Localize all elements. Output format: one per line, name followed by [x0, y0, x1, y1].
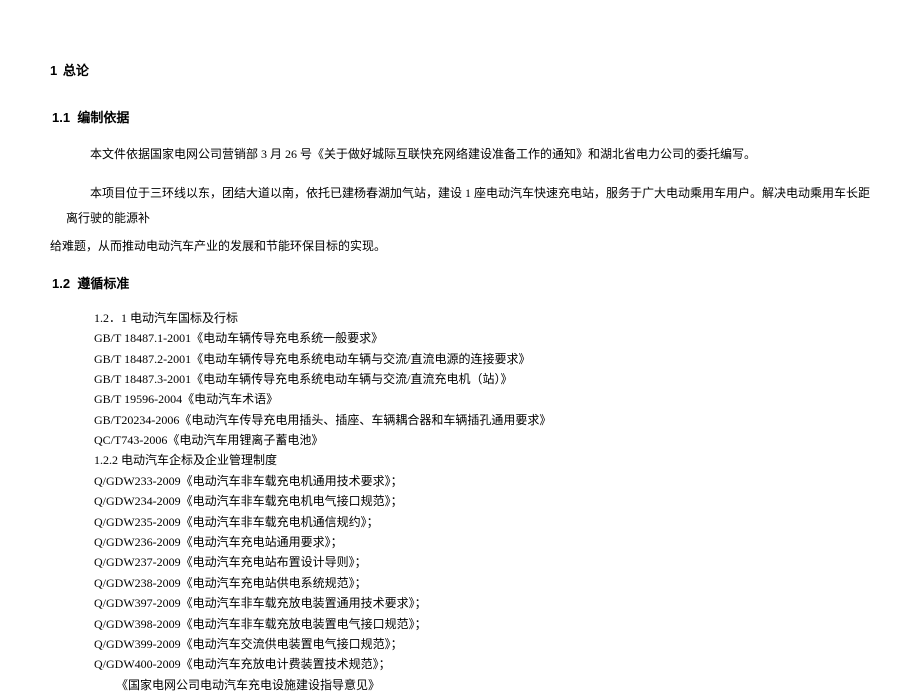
heading-1-num: 1 — [50, 63, 57, 78]
heading-1-1-title: 编制依据 — [77, 110, 129, 125]
para-1-1-c: 给难题，从而推动电动汽车产业的发展和节能环保目标的实现。 — [50, 234, 870, 259]
std-item: Q/GDW398-2009《电动汽车非车载充放电装置电气接口规范》； — [94, 614, 870, 634]
sub-heading-1-2-1: 1.2．1 电动汽车国标及行标 — [94, 308, 870, 328]
heading-1: 1 总论 — [50, 60, 870, 79]
standards-list: 1.2．1 电动汽车国标及行标 GB/T 18487.1-2001《电动车辆传导… — [50, 308, 870, 695]
std-item-final: 《国家电网公司电动汽车充电设施建设指导意见》 — [94, 675, 870, 695]
std-item: Q/GDW236-2009《电动汽车充电站通用要求》； — [94, 532, 870, 552]
std-item: Q/GDW235-2009《电动汽车非车载充电机通信规约》； — [94, 512, 870, 532]
std-item: GB/T 18487.3-2001《电动车辆传导充电系统电动车辆与交流/直流充电… — [94, 369, 870, 389]
std-item: Q/GDW233-2009《电动汽车非车载充电机通用技术要求》； — [94, 471, 870, 491]
std-item: Q/GDW400-2009《电动汽车充放电计费装置技术规范》； — [94, 654, 870, 674]
std-item: Q/GDW237-2009《电动汽车充电站布置设计导则》； — [94, 552, 870, 572]
std-item: Q/GDW238-2009《电动汽车充电站供电系统规范》； — [94, 573, 870, 593]
std-item: Q/GDW234-2009《电动汽车非车载充电机电气接口规范》； — [94, 491, 870, 511]
std-item: QC/T743-2006《电动汽车用锂离子蓄电池》 — [94, 430, 870, 450]
heading-1-1-num: 1.1 — [52, 110, 70, 125]
std-item: GB/T 18487.1-2001《电动车辆传导充电系统一般要求》 — [94, 328, 870, 348]
heading-1-2-title: 遵循标准 — [77, 276, 129, 291]
std-item: GB/T 19596-2004《电动汽车术语》 — [94, 389, 870, 409]
heading-1-2-num: 1.2 — [52, 276, 70, 291]
heading-1-2: 1.2 遵循标准 — [52, 273, 870, 292]
heading-1-1: 1.1 编制依据 — [52, 107, 870, 126]
std-item: Q/GDW399-2009《电动汽车交流供电装置电气接口规范》； — [94, 634, 870, 654]
para-1-1-a: 本文件依据国家电网公司营销部 3 月 26 号《关于做好城际互联快充网络建设准备… — [50, 142, 870, 167]
std-item: GB/T 18487.2-2001《电动车辆传导充电系统电动车辆与交流/直流电源… — [94, 349, 870, 369]
std-item: Q/GDW397-2009《电动汽车非车载充放电装置通用技术要求》； — [94, 593, 870, 613]
heading-1-title: 总论 — [63, 63, 89, 78]
sub-heading-1-2-2: 1.2.2 电动汽车企标及企业管理制度 — [94, 450, 870, 470]
para-1-1-b: 本项目位于三环线以东，团结大道以南，依托已建杨春湖加气站，建设 1 座电动汽车快… — [50, 181, 870, 231]
std-item: GB/T20234-2006《电动汽车传导充电用插头、插座、车辆耦合器和车辆插孔… — [94, 410, 870, 430]
